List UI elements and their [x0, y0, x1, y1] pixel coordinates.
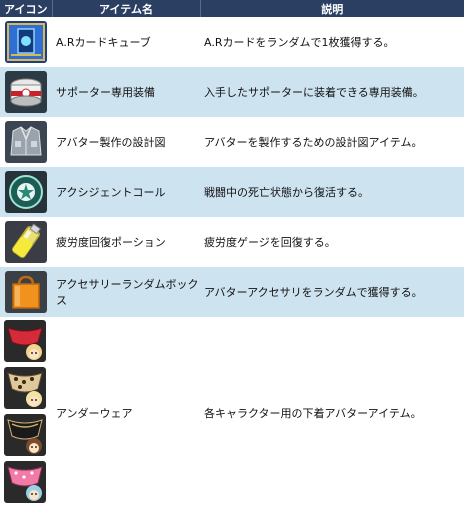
item-description: 戦闘中の死亡状態から復活する。	[204, 186, 369, 199]
item-name: アクセサリーランダムボックス	[56, 278, 199, 307]
item-description: A.Rカードをランダムで1枚獲得する。	[204, 36, 395, 49]
item-description: 疲労度ゲージを回復する。	[204, 236, 336, 249]
accessory-box-icon	[4, 271, 47, 313]
item-name: アンダーウェア	[56, 407, 133, 420]
accident-call-icon	[4, 171, 47, 213]
underwear-icon-group	[3, 320, 48, 503]
underwear-icon	[4, 414, 46, 456]
item-name: サポーター専用装備	[56, 86, 155, 99]
item-description: 各キャラクター用の下着アバターアイテム。	[204, 407, 422, 420]
header-icon: アイコン	[0, 0, 53, 17]
item-name: A.Rカードキューブ	[56, 36, 151, 49]
item-table: アイコン アイテム名 説明 A.Rカードキューブ A.Rカードをランダムで1枚獲…	[0, 0, 464, 509]
table-row: アクシジェントコール 戦闘中の死亡状態から復活する。	[0, 167, 464, 217]
underwear-icon	[4, 367, 46, 409]
header-description: 説明	[200, 0, 464, 17]
underwear-icon	[4, 461, 46, 503]
table-row: 疲労度回復ポーション 疲労度ゲージを回復する。	[0, 217, 464, 267]
table-row: アクセサリーランダムボックス アバターアクセサリをランダムで獲得する。	[0, 267, 464, 317]
underwear-icon	[4, 320, 46, 362]
item-description: 入手したサポーターに装着できる専用装備。	[204, 86, 424, 99]
table-header-row: アイコン アイテム名 説明	[0, 0, 464, 17]
supporter-equipment-icon	[4, 71, 47, 113]
item-description: アバターを製作するための設計図アイテム。	[204, 136, 423, 149]
item-name: アバター製作の設計図	[56, 136, 166, 149]
card-cube-icon	[4, 21, 47, 63]
table-row: アンダーウェア 各キャラクター用の下着アバターアイテム。	[0, 317, 464, 509]
avatar-blueprint-icon	[4, 121, 47, 163]
item-name: 疲労度回復ポーション	[56, 236, 166, 249]
table-row: サポーター専用装備 入手したサポーターに装着できる専用装備。	[0, 67, 464, 117]
item-name: アクシジェントコール	[56, 186, 166, 199]
item-description: アバターアクセサリをランダムで獲得する。	[204, 286, 423, 299]
header-item-name: アイテム名	[52, 0, 201, 17]
table-row: A.Rカードキューブ A.Rカードをランダムで1枚獲得する。	[0, 17, 464, 67]
table-row: アバター製作の設計図 アバターを製作するための設計図アイテム。	[0, 117, 464, 167]
fatigue-potion-icon	[4, 221, 47, 263]
